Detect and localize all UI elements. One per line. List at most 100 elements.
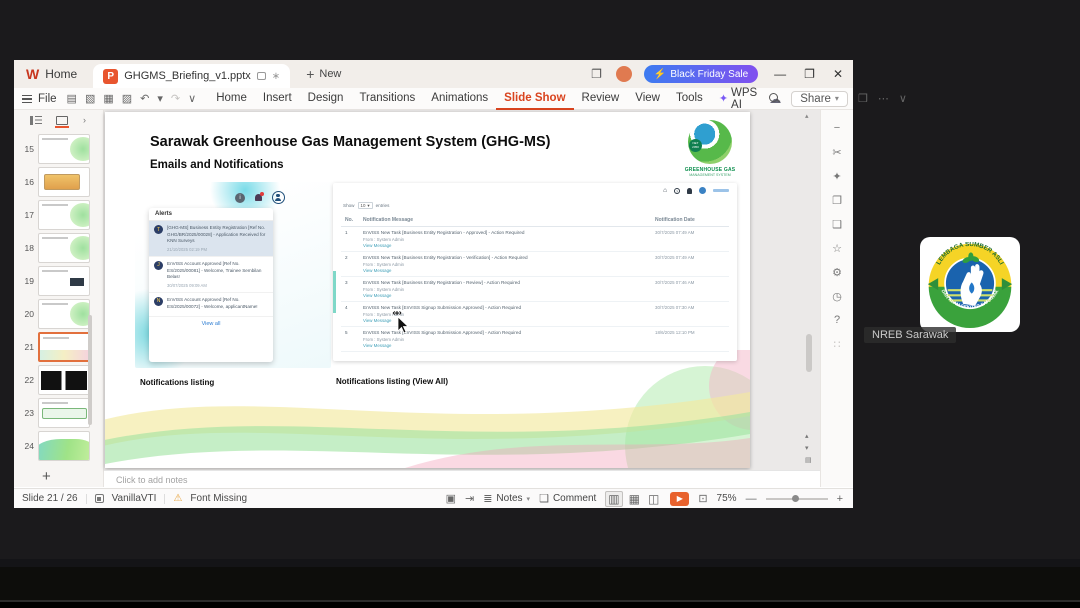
comment-button[interactable]: ❑ Comment xyxy=(539,492,596,505)
slide-thumb-19[interactable] xyxy=(38,265,90,296)
slide-view-icon[interactable] xyxy=(55,115,69,128)
more-options-icon[interactable]: ⋯ xyxy=(878,92,889,105)
scroll-up-icon[interactable]: ▴ xyxy=(805,112,809,120)
fit-screen-icon[interactable]: ⊡ xyxy=(698,492,707,505)
favorites-icon[interactable]: ☆ xyxy=(821,236,853,260)
file-menu[interactable]: File xyxy=(14,93,63,105)
alert-item: N EnVISS Account Approved [Ref No. ES/20… xyxy=(149,293,273,318)
collapse-ribbon-icon[interactable]: ∨ xyxy=(899,92,907,105)
handout-icon[interactable]: ⇥ xyxy=(465,492,474,505)
share-button[interactable]: Share ▾ xyxy=(791,90,848,107)
slide-sorter-icon[interactable]: ▦ xyxy=(627,492,642,506)
print-icon[interactable]: ▦ xyxy=(103,92,113,105)
collapse-panel-icon[interactable]: − xyxy=(821,116,853,140)
menu-design[interactable]: Design xyxy=(300,88,352,110)
tab-layout-icon[interactable]: ❐ xyxy=(591,67,602,81)
add-slide-button[interactable]: + xyxy=(42,468,51,485)
font-missing-label[interactable]: Font Missing xyxy=(190,493,247,504)
row-message: EnVISS New Task [Business Entity Registr… xyxy=(363,280,521,285)
shapes-icon[interactable]: ❐ xyxy=(821,188,853,212)
menu-view[interactable]: View xyxy=(627,88,668,110)
redo-icon[interactable]: ↷ xyxy=(171,92,180,105)
menu-transitions[interactable]: Transitions xyxy=(351,88,423,110)
menu-slide-show[interactable]: Slide Show xyxy=(496,88,574,110)
slide-size-icon[interactable]: ▣ xyxy=(446,492,456,505)
slide-thumb-23[interactable] xyxy=(38,397,90,428)
zoom-level[interactable]: 75% xyxy=(717,493,737,504)
document-tab[interactable]: P GHGMS_Briefing_v1.pptx ∗ xyxy=(93,64,291,88)
slide-thumb-16[interactable] xyxy=(38,166,90,197)
comment-pane-icon[interactable]: ❑ xyxy=(821,212,853,236)
bell-icon xyxy=(254,191,264,203)
restore-button[interactable]: ❐ xyxy=(804,67,815,81)
row-date: 30/7/2025 07:49 AM xyxy=(655,230,695,235)
promo-button[interactable]: ⚡ Black Friday Sale xyxy=(643,65,759,83)
export-icon[interactable]: ▧ xyxy=(85,92,95,105)
panel-scrollbar[interactable] xyxy=(88,315,92,425)
slide-thumb-15[interactable] xyxy=(38,133,90,164)
reading-view-icon[interactable]: ◫ xyxy=(646,492,661,506)
print-preview-icon[interactable]: ▨ xyxy=(122,92,132,105)
slide-thumb-21[interactable] xyxy=(38,331,90,362)
notes-bar[interactable]: Click to add notes xyxy=(104,470,820,488)
expand-panel-icon[interactable]: › xyxy=(83,115,86,125)
scrollbar-thumb[interactable] xyxy=(806,334,812,372)
task-pane-icon[interactable]: ❒ xyxy=(858,92,868,105)
slide-thumb-20[interactable] xyxy=(38,298,90,329)
zoom-out-button[interactable]: — xyxy=(746,493,757,505)
new-tab-button[interactable]: + New xyxy=(306,66,341,82)
row-number: 5 xyxy=(345,330,348,335)
history-icon[interactable]: ◷ xyxy=(821,284,853,308)
slide-thumb-17[interactable] xyxy=(38,199,90,230)
undo-caret-icon[interactable]: ▾ xyxy=(157,92,163,105)
participant-video-tile: LEMBAGA SUMBER ASLI DAN ALAM SEKITAR SAR… xyxy=(920,237,1020,332)
minimize-button[interactable]: — xyxy=(774,67,786,81)
close-button[interactable]: ✕ xyxy=(833,67,843,81)
promo-label: Black Friday Sale xyxy=(670,68,749,80)
menu-tools[interactable]: Tools xyxy=(668,88,711,110)
menu-review[interactable]: Review xyxy=(574,88,628,110)
notes-toggle[interactable]: ≣ Notes ▾ xyxy=(483,492,530,505)
menu-home[interactable]: Home xyxy=(208,88,255,110)
toolbar-caret-icon[interactable]: ∨ xyxy=(188,92,196,105)
undo-icon[interactable]: ↶ xyxy=(140,92,149,105)
sparkle-icon: ✦ xyxy=(718,93,729,105)
row-message: EnVISS New Task [Business Entity Registr… xyxy=(363,230,525,235)
slide-thumb-18[interactable] xyxy=(38,232,90,263)
apps-icon[interactable]: ∷ xyxy=(821,332,853,356)
show-label: Show xyxy=(343,203,355,208)
normal-view-icon[interactable]: ▥ xyxy=(605,490,623,507)
editor-scrollbar[interactable]: ▴ ▴ ▾ ▤ xyxy=(803,110,816,470)
theme-name[interactable]: VanillaVTI xyxy=(112,493,157,504)
tab-preview-icon[interactable] xyxy=(256,72,266,80)
scroll-menu-icon[interactable]: ▤ xyxy=(805,456,812,464)
ribbon-tabs: Home Insert Design Transitions Animations Sli… xyxy=(208,88,711,110)
wps-ai-button[interactable]: ✦ WPS AI xyxy=(711,87,765,111)
show-entries-control: Show 10 ▾ entries xyxy=(343,202,389,209)
menu-insert[interactable]: Insert xyxy=(255,88,300,110)
alert-time: 21/10/2025 02:19 PM xyxy=(167,246,208,252)
previous-slide-icon[interactable]: ▴ xyxy=(805,432,809,440)
zoom-slider[interactable] xyxy=(765,494,828,502)
thumbnail-row: 18 xyxy=(14,231,104,264)
settings-icon[interactable]: ⚙ xyxy=(821,260,853,284)
wps-home-tab[interactable]: W Home xyxy=(14,60,91,88)
zoom-in-button[interactable]: + xyxy=(837,493,843,505)
alert-avatar: J xyxy=(154,260,163,270)
outline-view-icon[interactable] xyxy=(30,115,42,125)
save-icon[interactable]: ▤ xyxy=(67,92,77,105)
slide-canvas[interactable]: Sarawak Greenhouse Gas Management System… xyxy=(105,112,750,468)
animation-pane-icon[interactable]: ✦ xyxy=(821,164,853,188)
alert-text: [GHG-MS] Business Entity Registration [R… xyxy=(167,225,266,244)
format-tools-icon[interactable]: ✂ xyxy=(821,140,853,164)
help-icon[interactable]: ? xyxy=(821,308,853,332)
row-view-message-link: View Message xyxy=(363,243,392,248)
menu-animations[interactable]: Animations xyxy=(423,88,496,110)
zoom-slider-handle[interactable] xyxy=(791,494,799,502)
account-avatar[interactable] xyxy=(615,66,632,82)
slideshow-play-button[interactable]: ▶ xyxy=(670,491,690,506)
slide-thumb-22[interactable] xyxy=(38,364,90,395)
next-slide-icon[interactable]: ▾ xyxy=(805,444,809,452)
table-row: 1 EnVISS New Task [Business Entity Regis… xyxy=(341,227,729,252)
slide-thumb-24[interactable] xyxy=(38,430,90,461)
